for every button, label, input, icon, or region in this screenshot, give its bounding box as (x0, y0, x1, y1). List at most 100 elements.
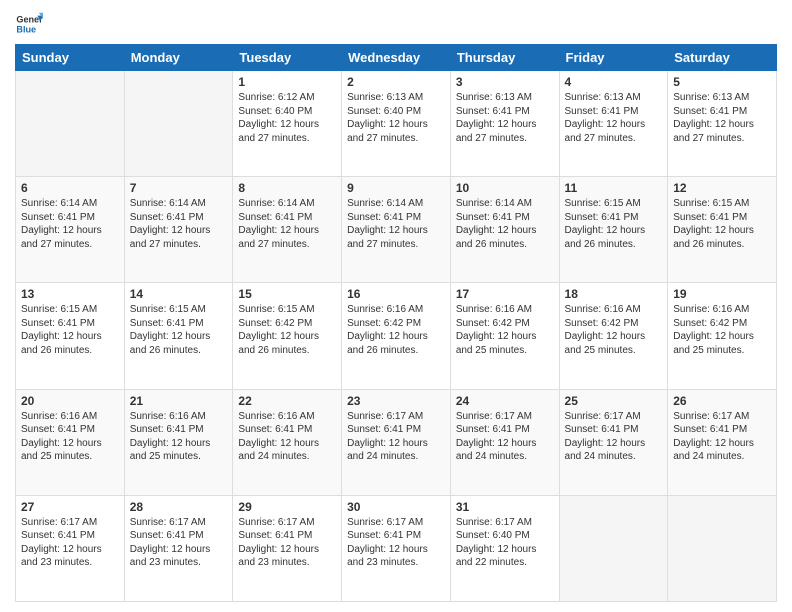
day-number: 6 (21, 181, 119, 195)
calendar-cell: 30 Sunrise: 6:17 AMSunset: 6:41 PMDaylig… (342, 495, 451, 601)
week-row-3: 13 Sunrise: 6:15 AMSunset: 6:41 PMDaylig… (16, 283, 777, 389)
day-info: Sunrise: 6:17 AMSunset: 6:41 PMDaylight:… (130, 517, 211, 569)
day-number: 3 (456, 75, 554, 89)
calendar-cell: 12 Sunrise: 6:15 AMSunset: 6:41 PMDaylig… (668, 177, 777, 283)
day-number: 4 (565, 75, 663, 89)
day-info: Sunrise: 6:17 AMSunset: 6:41 PMDaylight:… (456, 411, 537, 463)
calendar-cell: 7 Sunrise: 6:14 AMSunset: 6:41 PMDayligh… (124, 177, 233, 283)
day-info: Sunrise: 6:13 AMSunset: 6:41 PMDaylight:… (456, 92, 537, 144)
calendar-cell: 17 Sunrise: 6:16 AMSunset: 6:42 PMDaylig… (450, 283, 559, 389)
calendar-cell: 8 Sunrise: 6:14 AMSunset: 6:41 PMDayligh… (233, 177, 342, 283)
day-number: 13 (21, 287, 119, 301)
day-info: Sunrise: 6:13 AMSunset: 6:40 PMDaylight:… (347, 92, 428, 144)
calendar-cell: 16 Sunrise: 6:16 AMSunset: 6:42 PMDaylig… (342, 283, 451, 389)
calendar-cell: 5 Sunrise: 6:13 AMSunset: 6:41 PMDayligh… (668, 71, 777, 177)
day-number: 14 (130, 287, 228, 301)
day-number: 12 (673, 181, 771, 195)
day-number: 28 (130, 500, 228, 514)
day-number: 10 (456, 181, 554, 195)
day-info: Sunrise: 6:16 AMSunset: 6:41 PMDaylight:… (238, 411, 319, 463)
day-info: Sunrise: 6:12 AMSunset: 6:40 PMDaylight:… (238, 92, 319, 144)
day-info: Sunrise: 6:13 AMSunset: 6:41 PMDaylight:… (673, 92, 754, 144)
calendar-cell: 31 Sunrise: 6:17 AMSunset: 6:40 PMDaylig… (450, 495, 559, 601)
day-info: Sunrise: 6:14 AMSunset: 6:41 PMDaylight:… (456, 198, 537, 250)
calendar-cell: 27 Sunrise: 6:17 AMSunset: 6:41 PMDaylig… (16, 495, 125, 601)
page: General Blue SundayMondayTuesdayWednesda… (0, 0, 792, 612)
week-row-5: 27 Sunrise: 6:17 AMSunset: 6:41 PMDaylig… (16, 495, 777, 601)
calendar-cell: 1 Sunrise: 6:12 AMSunset: 6:40 PMDayligh… (233, 71, 342, 177)
day-info: Sunrise: 6:14 AMSunset: 6:41 PMDaylight:… (238, 198, 319, 250)
day-info: Sunrise: 6:13 AMSunset: 6:41 PMDaylight:… (565, 92, 646, 144)
col-header-thursday: Thursday (450, 45, 559, 71)
day-number: 20 (21, 394, 119, 408)
day-number: 29 (238, 500, 336, 514)
logo-icon: General Blue (15, 10, 43, 38)
calendar-cell: 26 Sunrise: 6:17 AMSunset: 6:41 PMDaylig… (668, 389, 777, 495)
day-number: 7 (130, 181, 228, 195)
day-info: Sunrise: 6:14 AMSunset: 6:41 PMDaylight:… (347, 198, 428, 250)
day-info: Sunrise: 6:15 AMSunset: 6:41 PMDaylight:… (565, 198, 646, 250)
day-number: 21 (130, 394, 228, 408)
day-info: Sunrise: 6:16 AMSunset: 6:41 PMDaylight:… (130, 411, 211, 463)
day-number: 18 (565, 287, 663, 301)
day-info: Sunrise: 6:15 AMSunset: 6:42 PMDaylight:… (238, 304, 319, 356)
calendar-cell: 20 Sunrise: 6:16 AMSunset: 6:41 PMDaylig… (16, 389, 125, 495)
calendar-cell: 11 Sunrise: 6:15 AMSunset: 6:41 PMDaylig… (559, 177, 668, 283)
calendar-cell: 23 Sunrise: 6:17 AMSunset: 6:41 PMDaylig… (342, 389, 451, 495)
day-info: Sunrise: 6:16 AMSunset: 6:42 PMDaylight:… (347, 304, 428, 356)
week-row-2: 6 Sunrise: 6:14 AMSunset: 6:41 PMDayligh… (16, 177, 777, 283)
calendar-cell: 18 Sunrise: 6:16 AMSunset: 6:42 PMDaylig… (559, 283, 668, 389)
logo: General Blue (15, 10, 43, 38)
day-number: 15 (238, 287, 336, 301)
day-info: Sunrise: 6:17 AMSunset: 6:41 PMDaylight:… (565, 411, 646, 463)
day-number: 26 (673, 394, 771, 408)
week-row-1: 1 Sunrise: 6:12 AMSunset: 6:40 PMDayligh… (16, 71, 777, 177)
calendar-cell: 2 Sunrise: 6:13 AMSunset: 6:40 PMDayligh… (342, 71, 451, 177)
col-header-wednesday: Wednesday (342, 45, 451, 71)
week-row-4: 20 Sunrise: 6:16 AMSunset: 6:41 PMDaylig… (16, 389, 777, 495)
day-number: 2 (347, 75, 445, 89)
day-number: 9 (347, 181, 445, 195)
day-info: Sunrise: 6:17 AMSunset: 6:41 PMDaylight:… (347, 411, 428, 463)
calendar-cell (16, 71, 125, 177)
calendar-cell: 19 Sunrise: 6:16 AMSunset: 6:42 PMDaylig… (668, 283, 777, 389)
day-info: Sunrise: 6:15 AMSunset: 6:41 PMDaylight:… (130, 304, 211, 356)
calendar-cell: 25 Sunrise: 6:17 AMSunset: 6:41 PMDaylig… (559, 389, 668, 495)
calendar-cell (559, 495, 668, 601)
calendar-cell: 28 Sunrise: 6:17 AMSunset: 6:41 PMDaylig… (124, 495, 233, 601)
col-header-sunday: Sunday (16, 45, 125, 71)
day-info: Sunrise: 6:16 AMSunset: 6:42 PMDaylight:… (673, 304, 754, 356)
calendar-cell: 29 Sunrise: 6:17 AMSunset: 6:41 PMDaylig… (233, 495, 342, 601)
day-number: 22 (238, 394, 336, 408)
day-info: Sunrise: 6:14 AMSunset: 6:41 PMDaylight:… (130, 198, 211, 250)
day-info: Sunrise: 6:16 AMSunset: 6:42 PMDaylight:… (456, 304, 537, 356)
day-number: 16 (347, 287, 445, 301)
calendar-cell (124, 71, 233, 177)
header: General Blue (15, 10, 777, 38)
day-info: Sunrise: 6:17 AMSunset: 6:41 PMDaylight:… (673, 411, 754, 463)
day-number: 24 (456, 394, 554, 408)
calendar-cell: 4 Sunrise: 6:13 AMSunset: 6:41 PMDayligh… (559, 71, 668, 177)
day-info: Sunrise: 6:16 AMSunset: 6:41 PMDaylight:… (21, 411, 102, 463)
day-info: Sunrise: 6:17 AMSunset: 6:41 PMDaylight:… (238, 517, 319, 569)
calendar-cell: 14 Sunrise: 6:15 AMSunset: 6:41 PMDaylig… (124, 283, 233, 389)
day-info: Sunrise: 6:17 AMSunset: 6:41 PMDaylight:… (347, 517, 428, 569)
col-header-saturday: Saturday (668, 45, 777, 71)
col-header-tuesday: Tuesday (233, 45, 342, 71)
day-number: 19 (673, 287, 771, 301)
day-number: 27 (21, 500, 119, 514)
day-number: 31 (456, 500, 554, 514)
day-info: Sunrise: 6:17 AMSunset: 6:40 PMDaylight:… (456, 517, 537, 569)
calendar-cell: 22 Sunrise: 6:16 AMSunset: 6:41 PMDaylig… (233, 389, 342, 495)
calendar-cell: 10 Sunrise: 6:14 AMSunset: 6:41 PMDaylig… (450, 177, 559, 283)
day-info: Sunrise: 6:17 AMSunset: 6:41 PMDaylight:… (21, 517, 102, 569)
col-header-friday: Friday (559, 45, 668, 71)
calendar-cell: 6 Sunrise: 6:14 AMSunset: 6:41 PMDayligh… (16, 177, 125, 283)
day-number: 25 (565, 394, 663, 408)
col-header-monday: Monday (124, 45, 233, 71)
day-number: 23 (347, 394, 445, 408)
day-number: 5 (673, 75, 771, 89)
calendar: SundayMondayTuesdayWednesdayThursdayFrid… (15, 44, 777, 602)
svg-text:Blue: Blue (16, 24, 36, 34)
day-number: 30 (347, 500, 445, 514)
